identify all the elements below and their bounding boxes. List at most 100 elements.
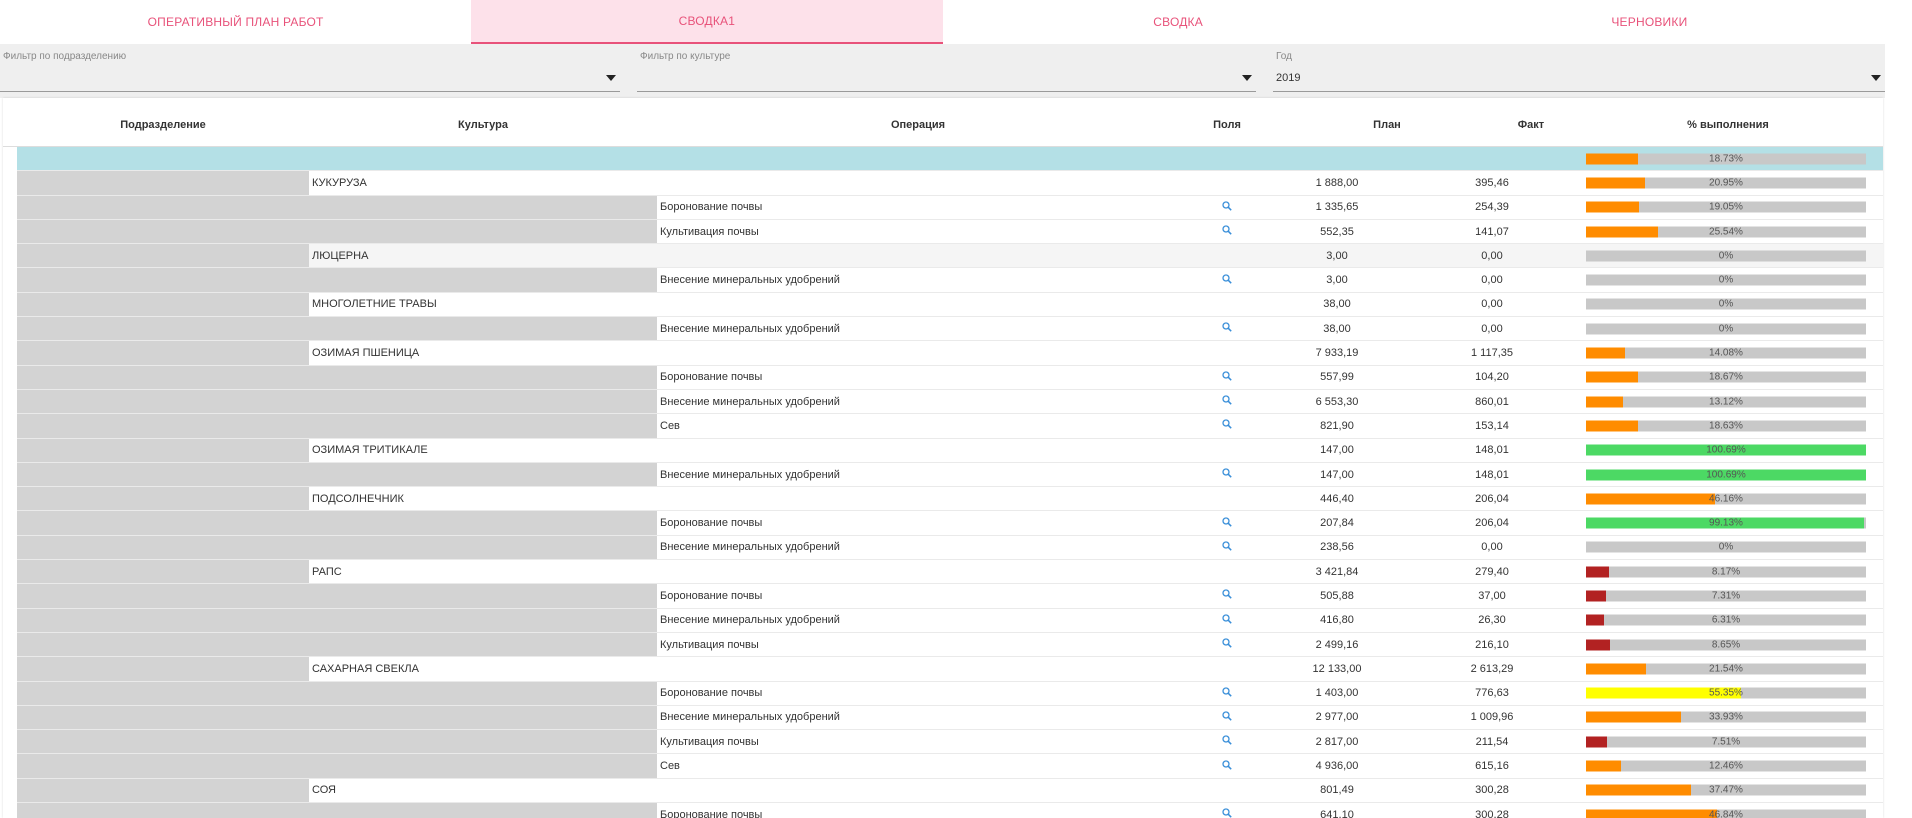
plan-cell <box>1257 147 1417 170</box>
fact-cell: 279,40 <box>1475 565 1509 578</box>
column-header-division[interactable]: Подразделение <box>63 119 263 131</box>
operation-row[interactable]: Боронование почвы 207,84 206,04 99.13% <box>17 511 1883 536</box>
fields-cell[interactable] <box>1197 463 1257 486</box>
search-icon[interactable] <box>1222 468 1232 481</box>
fields-cell[interactable] <box>1197 609 1257 632</box>
search-icon[interactable] <box>1222 759 1232 773</box>
column-header-operation[interactable]: Операция <box>818 119 1018 131</box>
search-icon[interactable] <box>1222 735 1232 748</box>
tab-drafts[interactable]: ЧЕРНОВИКИ <box>1414 0 1885 44</box>
operation-row[interactable]: Внесение минеральных удобрений 38,00 0,00 0… <box>17 317 1883 342</box>
culture-row[interactable]: СОЯ 801,49 300,28 37.47% <box>17 778 1883 804</box>
search-icon[interactable] <box>1222 614 1232 627</box>
chevron-down-icon[interactable] <box>1871 75 1881 81</box>
search-icon[interactable] <box>1222 541 1232 554</box>
progress-bar-label: 100.69% <box>1706 469 1746 480</box>
chevron-down-icon[interactable] <box>1242 75 1252 81</box>
operation-row[interactable]: Культивация почвы 552,35 141,07 25.54% <box>17 219 1883 245</box>
fields-cell[interactable] <box>1197 803 1257 818</box>
fields-cell[interactable] <box>1197 268 1257 291</box>
operation-row[interactable]: Боронование почвы 505,88 37,00 7.31% <box>17 584 1883 609</box>
operation-row[interactable]: Культивация почвы 2 499,16 216,10 8.65% <box>17 632 1883 658</box>
pct-cell: 8.65% <box>1586 633 1866 656</box>
tab-svodka1[interactable]: СВОДКА1 <box>471 0 943 44</box>
culture-row[interactable]: МНОГОЛЕТНИЕ ТРАВЫ 38,00 0,00 0% <box>17 292 1883 318</box>
operation-row[interactable]: Внесение минеральных удобрений 3,00 0,00 0% <box>17 268 1883 293</box>
search-icon[interactable] <box>1222 225 1232 238</box>
chevron-down-icon[interactable] <box>606 75 616 81</box>
column-header-fields[interactable]: Поля <box>1197 119 1257 131</box>
operation-row[interactable]: Сев 4 936,00 615,16 12.46% <box>17 754 1883 779</box>
fields-cell[interactable] <box>1197 536 1257 559</box>
division-filter-select[interactable]: Фильтр по подразделению <box>0 44 620 94</box>
search-icon[interactable] <box>1222 687 1232 700</box>
fields-cell[interactable] <box>1197 633 1257 656</box>
search-icon[interactable] <box>1222 516 1232 530</box>
search-icon[interactable] <box>1222 589 1232 602</box>
fields-cell[interactable] <box>1197 511 1257 534</box>
column-header-plan[interactable]: План <box>1337 119 1437 131</box>
culture-filter-select[interactable]: Фильтр по культуре <box>637 44 1256 94</box>
operation-row[interactable]: Внесение минеральных удобрений 147,00 148,… <box>17 462 1883 488</box>
operation-row[interactable]: Внесение минеральных удобрений 2 977,00 1 … <box>17 705 1883 731</box>
division-cell <box>17 462 309 487</box>
progress-bar: 7.51% <box>1586 736 1866 748</box>
culture-cell <box>309 414 657 438</box>
search-icon[interactable] <box>1222 395 1232 408</box>
pct-cell: 0% <box>1586 293 1866 316</box>
fields-cell[interactable] <box>1197 584 1257 607</box>
column-header-pct[interactable]: % выполнения <box>1643 119 1813 131</box>
search-icon[interactable] <box>1222 808 1232 818</box>
fields-cell[interactable] <box>1197 730 1257 753</box>
tab-operational-plan[interactable]: ОПЕРАТИВНЫЙ ПЛАН РАБОТ <box>0 0 471 44</box>
culture-cell <box>309 730 657 754</box>
operation-row[interactable]: Боронование почвы 641,10 300,28 46.84% <box>17 803 1883 818</box>
division-cell <box>17 535 309 560</box>
fields-cell[interactable] <box>1197 196 1257 219</box>
search-icon[interactable] <box>1222 419 1232 432</box>
operation-row[interactable]: Боронование почвы 1 335,65 254,39 19.05% <box>17 195 1883 220</box>
division-cell <box>17 171 309 195</box>
search-icon[interactable] <box>1222 322 1232 335</box>
operation-row[interactable]: Сев 821,90 153,14 18.63% <box>17 414 1883 439</box>
fields-cell[interactable] <box>1197 390 1257 413</box>
operation-row[interactable]: Внесение минеральных удобрений 416,80 26,3… <box>17 608 1883 633</box>
tab-svodka[interactable]: СВОДКА <box>943 0 1414 44</box>
search-icon[interactable] <box>1222 371 1232 384</box>
column-header-fact[interactable]: Факт <box>1481 119 1581 131</box>
fields-cell[interactable] <box>1197 754 1257 777</box>
culture-row[interactable]: ОЗИМАЯ ТРИТИКАЛЕ 147,00 148,01 100.69% <box>17 438 1883 463</box>
progress-bar: 0% <box>1586 298 1866 310</box>
culture-cell <box>309 365 657 389</box>
culture-row[interactable]: РАПС 3 421,84 279,40 8.17% <box>17 560 1883 585</box>
total-row[interactable]: 18.73% <box>17 147 1883 172</box>
culture-row[interactable]: ПОДСОЛНЕЧНИК 446,40 206,04 46.16% <box>17 487 1883 512</box>
progress-bar-label: 99.13% <box>1709 517 1743 529</box>
column-header-culture[interactable]: Культура <box>383 119 583 131</box>
search-icon[interactable] <box>1222 273 1232 287</box>
search-icon[interactable] <box>1222 711 1232 724</box>
fields-cell[interactable] <box>1197 682 1257 705</box>
fields-cell[interactable] <box>1197 414 1257 437</box>
operation-row[interactable]: Внесение минеральных удобрений 6 553,30 86… <box>17 389 1883 415</box>
year-filter-select[interactable]: Год 2019 <box>1273 44 1885 94</box>
fields-cell[interactable] <box>1197 366 1257 389</box>
culture-row[interactable]: ОЗИМАЯ ПШЕНИЦА 7 933,19 1 117,35 14.08% <box>17 341 1883 366</box>
culture-row[interactable]: ЛЮЦЕРНА 3,00 0,00 0% <box>17 244 1883 269</box>
operation-row[interactable]: Внесение минеральных удобрений 238,56 0,00… <box>17 535 1883 561</box>
search-icon[interactable] <box>1222 638 1232 651</box>
operation-row[interactable]: Культивация почвы 2 817,00 211,54 7.51% <box>17 730 1883 755</box>
fact-cell: 153,14 <box>1475 419 1509 432</box>
culture-row[interactable]: САХАРНАЯ СВЕКЛА 12 133,00 2 613,29 21.54% <box>17 657 1883 682</box>
operation-row[interactable]: Боронование почвы 557,99 104,20 18.67% <box>17 365 1883 390</box>
search-icon[interactable] <box>1222 201 1232 214</box>
operation-cell: Внесение минеральных удобрений <box>660 614 840 627</box>
culture-row[interactable]: КУКУРУЗА 1 888,00 395,46 20.95% <box>17 171 1883 196</box>
pct-cell: 0% <box>1586 317 1866 340</box>
operation-row[interactable]: Боронование почвы 1 403,00 776,63 55.35% <box>17 681 1883 706</box>
fields-cell[interactable] <box>1197 220 1257 243</box>
fact-cell: 1 117,35 <box>1470 347 1513 360</box>
division-cell <box>17 414 309 438</box>
fields-cell[interactable] <box>1197 706 1257 729</box>
fields-cell[interactable] <box>1197 317 1257 340</box>
